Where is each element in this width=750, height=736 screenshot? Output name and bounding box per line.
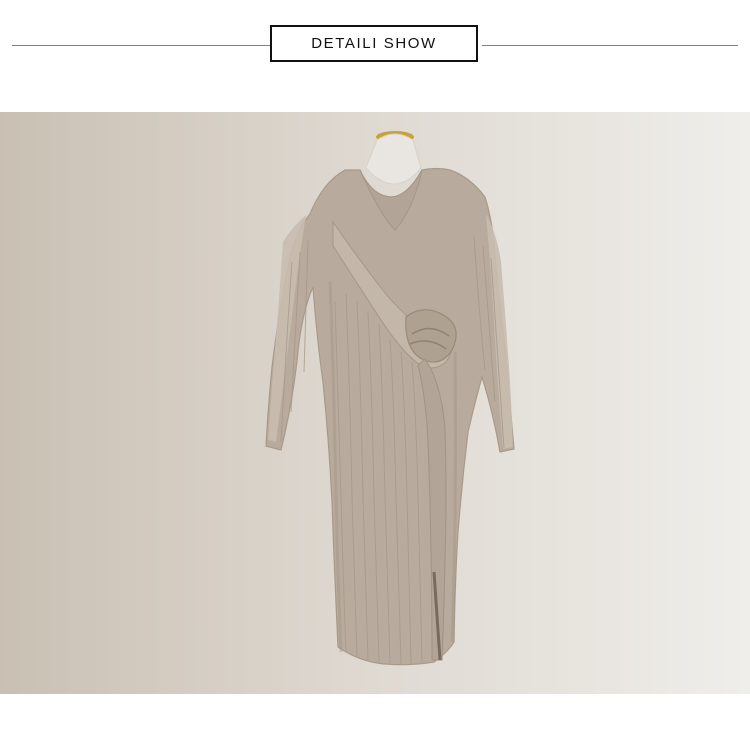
page-footer: [0, 694, 750, 736]
divider-left: [12, 45, 270, 46]
dress-image: [265, 131, 515, 666]
mannequin-neck-icon: [365, 131, 422, 185]
dress-icon: [265, 167, 515, 666]
section-header: DETAILI SHOW: [0, 0, 750, 112]
divider-right: [482, 45, 738, 46]
detail-show-title: DETAILI SHOW: [270, 25, 478, 62]
mannequin-neck-shape: [365, 133, 422, 185]
product-photo: [0, 112, 750, 694]
